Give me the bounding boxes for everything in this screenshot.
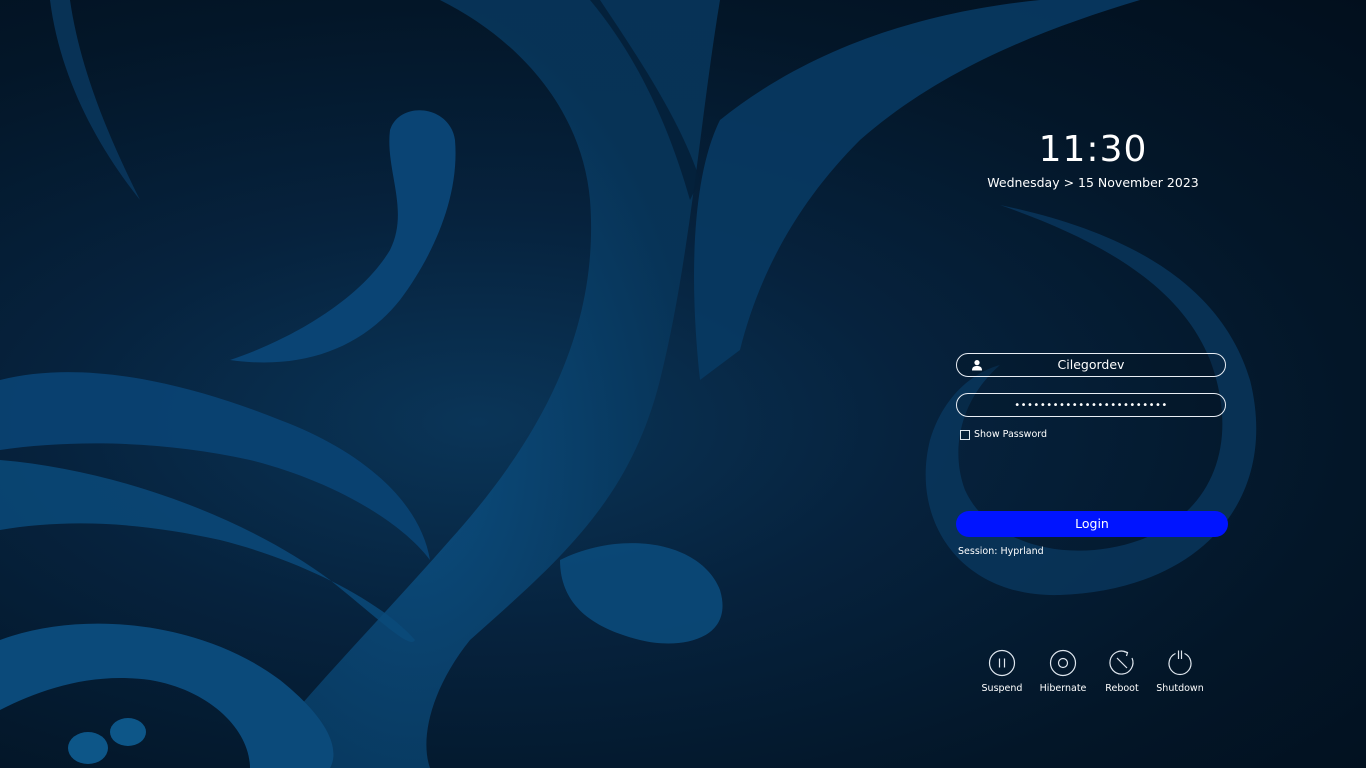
show-password-toggle[interactable]: Show Password <box>960 429 1047 441</box>
reboot-icon <box>1109 650 1134 675</box>
username-field[interactable]: Cilegordev <box>956 353 1226 377</box>
reboot-label: Reboot <box>1105 683 1139 694</box>
shutdown-label: Shutdown <box>1156 683 1204 694</box>
power-icon <box>1168 650 1192 676</box>
username-value: Cilegordev <box>1057 357 1125 372</box>
show-password-checkbox[interactable] <box>960 430 970 440</box>
clock-date: Wednesday > 15 November 2023 <box>987 175 1199 190</box>
pause-icon <box>988 649 1016 677</box>
password-field[interactable]: •••••••••••••••••••••••• <box>956 393 1226 417</box>
clock-time: 11:30 <box>1038 129 1148 170</box>
show-password-label: Show Password <box>974 429 1048 440</box>
shutdown-button[interactable]: Shutdown <box>1150 649 1210 695</box>
hibernate-label: Hibernate <box>1039 683 1087 694</box>
suspend-button[interactable]: Suspend <box>972 649 1032 695</box>
session-selector[interactable]: Session: Hyprland <box>958 546 1044 558</box>
password-value: •••••••••••••••••••••••• <box>1014 400 1168 411</box>
reboot-button[interactable]: Reboot <box>1092 649 1152 695</box>
suspend-label: Suspend <box>981 683 1023 694</box>
login-button[interactable]: Login <box>956 511 1228 537</box>
hibernate-icon <box>1049 649 1077 677</box>
hibernate-button[interactable]: Hibernate <box>1033 649 1093 695</box>
